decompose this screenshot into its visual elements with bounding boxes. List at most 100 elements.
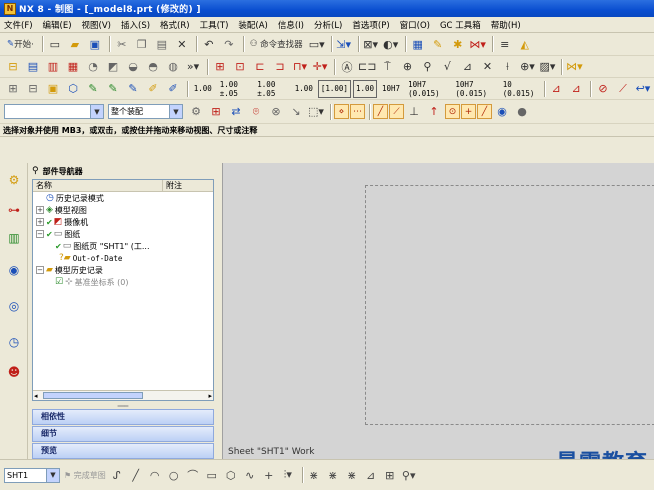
pattern-icon[interactable]: ◭ <box>516 35 534 53</box>
selection-filter-icon[interactable]: ⇲▾ <box>335 35 353 53</box>
measure-icon[interactable]: ⟋ <box>614 80 632 98</box>
dimension-format-limit[interactable]: 1.00 <box>292 80 316 98</box>
web-browser-icon[interactable]: ◎ <box>5 297 23 315</box>
redo-icon[interactable]: ↷ <box>220 35 238 53</box>
expand-icon[interactable]: + <box>36 206 44 214</box>
graphics-window[interactable]: Sheet "SHT1" Work 最需教育 <box>222 163 654 476</box>
finish-sketch-button[interactable]: ⚑ 完成草图 <box>64 466 106 484</box>
dimension-format-fit-tol[interactable]: 10H7 (0.015) <box>405 80 450 98</box>
text-prefs-icon[interactable]: ✐ <box>164 80 182 98</box>
tree-row-sheet-sht1[interactable]: ✔ ▭ 图纸页 "SHT1" (工... <box>33 240 213 252</box>
navigator-tree[interactable]: 名称 附注 ◷ 历史记录模式 + ◈ 模型视图 + ✔ ◩ 摄像机 − ✔ ▭ 图纸 ✔ ▭… <box>32 179 214 401</box>
sheet-select[interactable]: SHT1 ▼ <box>4 467 60 483</box>
edit-object-display-icon[interactable]: ✎ <box>429 35 447 53</box>
paste-icon[interactable]: ▤ <box>153 35 171 53</box>
balloon-icon[interactable]: ⚲ <box>418 58 436 76</box>
intersection-symbol-icon[interactable]: ⟊ <box>498 58 516 76</box>
dimension-format-fit-tol2[interactable]: 10H7 (0.015) <box>452 80 497 98</box>
open-sheet-icon[interactable]: ▤ <box>24 58 42 76</box>
tree-row-history-mode[interactable]: ◷ 历史记录模式 <box>33 192 213 204</box>
section-view-icon[interactable]: ◩ <box>104 58 122 76</box>
show-constraints-icon[interactable]: ⚲▾ <box>401 466 417 484</box>
dimension-format-fit[interactable]: 10H7 <box>379 80 403 98</box>
scroll-thumb[interactable] <box>43 392 143 399</box>
line-icon[interactable]: ╱ <box>128 466 144 484</box>
command-finder-button[interactable]: ⚇ 命令查找器 <box>247 35 306 53</box>
window-dropdown-icon[interactable]: ▭▾ <box>308 35 326 53</box>
snap-endpoint-icon[interactable]: ⋄ <box>334 104 349 119</box>
menu-help[interactable]: 帮助(H) <box>491 19 521 31</box>
tree-row-drawings[interactable]: − ✔ ▭ 图纸 <box>33 228 213 240</box>
checkbox-icon[interactable]: ☑ <box>55 277 63 287</box>
crosshair-icon[interactable]: ⊕▾ <box>518 58 536 76</box>
menu-window[interactable]: 窗口(O) <box>400 19 430 31</box>
menu-preferences[interactable]: 首选项(P) <box>352 19 389 31</box>
more-views-icon[interactable]: »▾ <box>184 58 202 76</box>
tree-row-cameras[interactable]: + ✔ ◩ 摄像机 <box>33 216 213 228</box>
scroll-left-icon[interactable]: ◂ <box>34 392 38 400</box>
start-button[interactable]: ✎ 开始· <box>4 35 37 53</box>
centerline-icon[interactable]: ✛▾ <box>311 58 329 76</box>
annotation-prefs-icon[interactable]: ⊞ <box>4 80 22 98</box>
symbol-prefs-icon[interactable]: ✎ <box>84 80 102 98</box>
general-filter-icon[interactable]: ⚙ <box>187 103 205 121</box>
dimension-style-icon[interactable]: ⬡ <box>64 80 82 98</box>
cut-icon[interactable]: ✂ <box>113 35 131 53</box>
surface-finish-icon[interactable]: √ <box>438 58 456 76</box>
view-dependent-edit-icon[interactable]: ⊞ <box>211 58 229 76</box>
scroll-right-icon[interactable]: ▸ <box>208 392 212 400</box>
assembly-navigator-icon[interactable]: ⚙ <box>5 171 23 189</box>
open-folder-icon[interactable]: ▰ <box>66 35 84 53</box>
menu-insert[interactable]: 插入(S) <box>121 19 150 31</box>
color-filter-icon[interactable]: ⊞ <box>207 103 225 121</box>
move-view-icon[interactable]: ⊐ <box>271 58 289 76</box>
delete-icon[interactable]: ✕ <box>173 35 191 53</box>
constraints-icon[interactable]: ⊿ <box>363 466 379 484</box>
edit-annotation-icon[interactable]: ✐ <box>144 80 162 98</box>
snap-midpoint-icon[interactable]: ⋯ <box>350 104 365 119</box>
snap-intersection-icon[interactable]: + <box>461 104 476 119</box>
no-symbol-icon[interactable]: ⊘ <box>594 80 612 98</box>
checkmark-icon[interactable]: ✔ <box>46 218 53 227</box>
image-icon[interactable]: ▨▾ <box>538 58 556 76</box>
checkmark-icon[interactable]: ✔ <box>55 242 62 251</box>
tree-row-model-views[interactable]: + ◈ 模型视图 <box>33 204 213 216</box>
profile-icon[interactable]: ᔑ <box>109 466 125 484</box>
datum-feature-icon[interactable]: ⍑ <box>378 58 396 76</box>
edit-text-icon[interactable]: ✎ <box>124 80 142 98</box>
return-icon[interactable]: ↩▾ <box>634 80 652 98</box>
polygon-icon[interactable]: ⬡ <box>223 466 239 484</box>
tree-row-model-history[interactable]: − ▰ 模型历史记录 <box>33 264 213 276</box>
menu-format[interactable]: 格式(R) <box>160 19 190 31</box>
tree-row-out-of-date[interactable]: ?▰ Out-of-Date <box>33 252 213 264</box>
quick-extend-icon[interactable]: ⋇ <box>325 466 341 484</box>
make-corner-icon[interactable]: ⋇ <box>344 466 360 484</box>
menu-file[interactable]: 文件(F) <box>4 19 33 31</box>
constraint-navigator-icon[interactable]: ⊶ <box>5 201 23 219</box>
associative-edit-icon[interactable]: ⊿ <box>567 80 585 98</box>
collapse-icon[interactable]: − <box>36 230 44 238</box>
panel-details[interactable]: 细节 <box>32 426 214 442</box>
rotate-icon[interactable]: ⊗ <box>267 103 285 121</box>
revolved-section-icon[interactable]: ◓ <box>144 58 162 76</box>
spline-icon[interactable]: ∿ <box>242 466 258 484</box>
fillet-icon[interactable]: ⌒ <box>185 466 201 484</box>
view-boundary-icon[interactable]: ⊏ <box>251 58 269 76</box>
view-label-prefs-icon[interactable]: ▣ <box>44 80 62 98</box>
new-sheet-icon[interactable]: ⊟ <box>4 58 22 76</box>
show-hide-icon[interactable]: ✱ <box>449 35 467 53</box>
feature-control-frame-icon[interactable]: ⊏⊐ <box>358 58 376 76</box>
snap-existing-icon[interactable]: ● <box>513 103 531 121</box>
rectangle-select-icon[interactable]: ⬚▾ <box>307 103 325 121</box>
circle-icon[interactable]: ○ <box>166 466 182 484</box>
select-all-icon[interactable]: ⇄ <box>227 103 245 121</box>
menu-gc-toolbox[interactable]: GC 工具箱 <box>440 19 481 31</box>
dimension-icon[interactable]: ⊞ <box>382 466 398 484</box>
dimension-format-basic[interactable]: 1.00 <box>191 80 215 98</box>
panel-preview[interactable]: 预览 <box>32 443 214 459</box>
menu-assembly[interactable]: 装配(A) <box>238 19 267 31</box>
snap-line-icon[interactable]: ╱ <box>373 104 388 119</box>
column-header-attach[interactable]: 附注 <box>163 180 182 191</box>
history-icon[interactable]: ◷ <box>5 333 23 351</box>
target-point-icon[interactable]: ✕ <box>478 58 496 76</box>
